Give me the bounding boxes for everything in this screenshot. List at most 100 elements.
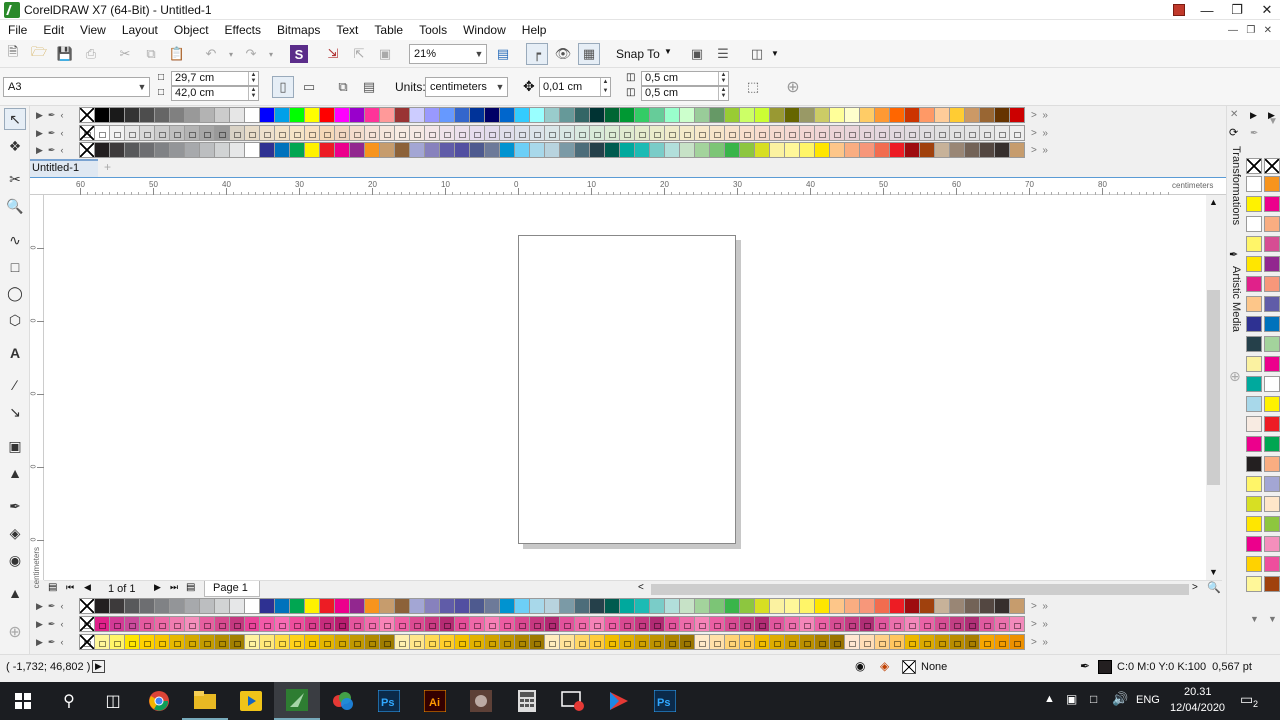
tray-app-icon[interactable]: ▣ (1066, 692, 1077, 706)
color-swatch[interactable] (739, 142, 755, 158)
color-swatch[interactable] (514, 142, 530, 158)
color-swatch[interactable] (424, 107, 440, 123)
color-swatch[interactable] (409, 616, 425, 632)
color-swatch[interactable] (1264, 396, 1280, 412)
color-swatch[interactable] (469, 598, 485, 614)
game-app-icon[interactable] (458, 682, 504, 720)
color-swatch[interactable] (724, 616, 740, 632)
color-swatch[interactable] (904, 125, 920, 141)
color-swatch[interactable] (859, 142, 875, 158)
color-swatch[interactable] (124, 107, 140, 123)
photoshop-icon[interactable]: Ps (366, 682, 412, 720)
color-swatch[interactable] (829, 634, 845, 650)
color-swatch[interactable] (724, 142, 740, 158)
color-swatch[interactable] (244, 107, 260, 123)
portrait-icon[interactable]: ▯ (272, 76, 294, 98)
color-swatch[interactable] (1264, 216, 1280, 232)
page-width-field[interactable]: 29,7 cm ▲ ▼ (171, 71, 259, 86)
corel-photo-icon[interactable] (320, 682, 366, 720)
palette-scroll-icon[interactable]: > » (1031, 601, 1048, 612)
color-swatch[interactable] (979, 598, 995, 614)
color-swatch[interactable] (739, 598, 755, 614)
palette-controls[interactable]: ▶ ✒ ‹ (0, 141, 80, 159)
no-color-swatch[interactable] (79, 598, 95, 614)
color-swatch[interactable] (949, 634, 965, 650)
color-swatch[interactable] (754, 634, 770, 650)
palette-controls[interactable]: ▶ ✒ ‹ (0, 106, 80, 124)
color-swatch[interactable] (604, 125, 620, 141)
color-swatch[interactable] (109, 634, 125, 650)
color-swatch[interactable] (604, 634, 620, 650)
color-swatch[interactable] (124, 598, 140, 614)
color-swatch[interactable] (949, 107, 965, 123)
scroll-right-icon[interactable]: > (1192, 582, 1198, 593)
horizontal-scroll-thumb[interactable] (651, 584, 1189, 595)
color-swatch[interactable] (589, 598, 605, 614)
color-swatch[interactable] (259, 107, 275, 123)
color-swatch[interactable] (319, 142, 335, 158)
paper-size-select[interactable]: A3 ▼ (3, 77, 150, 97)
color-swatch[interactable] (1264, 536, 1280, 552)
color-swatch[interactable] (934, 598, 950, 614)
minimize-button[interactable]: — (1192, 0, 1222, 20)
color-swatch[interactable] (1246, 496, 1262, 512)
color-swatch[interactable] (544, 634, 560, 650)
vertical-scrollbar[interactable]: ▲ ▼ (1206, 195, 1222, 580)
color-swatch[interactable] (664, 125, 680, 141)
color-swatch[interactable] (139, 634, 155, 650)
color-swatch[interactable] (1246, 576, 1262, 592)
zoom-tool-icon[interactable]: 🔍 (4, 195, 26, 217)
color-swatch[interactable] (139, 125, 155, 141)
color-swatch[interactable] (619, 634, 635, 650)
color-swatch[interactable] (544, 598, 560, 614)
app-launcher-icon[interactable] (1164, 0, 1194, 20)
color-swatch[interactable] (229, 107, 245, 123)
duplicate-x-stepper[interactable]: ▲ ▼ (718, 72, 728, 85)
tray-chevron-up-icon[interactable]: ▲ (1044, 693, 1055, 705)
restore-button[interactable]: ❐ (1222, 0, 1252, 20)
color-swatch[interactable] (949, 142, 965, 158)
color-swatch[interactable] (814, 598, 830, 614)
color-swatch[interactable] (574, 142, 590, 158)
color-swatch[interactable] (1009, 142, 1025, 158)
color-swatch[interactable] (619, 107, 635, 123)
color-swatch[interactable] (529, 125, 545, 141)
palette-controls[interactable]: ▶ ✒ ‹ (0, 597, 80, 615)
color-swatch[interactable] (244, 142, 260, 158)
color-swatch[interactable] (499, 616, 515, 632)
zoom-navigator-icon[interactable]: 🔍 (1207, 581, 1221, 594)
color-swatch[interactable] (1264, 236, 1280, 252)
color-swatch[interactable] (364, 107, 380, 123)
color-swatch[interactable] (574, 634, 590, 650)
color-swatch[interactable] (844, 598, 860, 614)
color-swatch[interactable] (889, 616, 905, 632)
color-swatch[interactable] (469, 616, 485, 632)
color-swatch[interactable] (469, 125, 485, 141)
color-swatch[interactable] (649, 107, 665, 123)
no-color-swatch[interactable] (79, 125, 95, 141)
color-swatch[interactable] (994, 107, 1010, 123)
color-swatch[interactable] (769, 142, 785, 158)
color-swatch[interactable] (874, 107, 890, 123)
color-swatch[interactable] (649, 142, 665, 158)
color-swatch[interactable] (844, 142, 860, 158)
color-swatch[interactable] (874, 598, 890, 614)
color-swatch[interactable] (1264, 316, 1280, 332)
color-swatch[interactable] (799, 616, 815, 632)
color-swatch[interactable] (934, 616, 950, 632)
color-swatch[interactable] (1009, 634, 1025, 650)
color-swatch[interactable] (154, 142, 170, 158)
rectangle-tool-icon[interactable]: □ (4, 256, 26, 278)
save-icon[interactable]: 💾 (54, 43, 76, 65)
color-swatch[interactable] (1246, 256, 1262, 272)
undo-dropdown-icon[interactable]: ▾ (220, 43, 242, 65)
color-swatch[interactable] (814, 107, 830, 123)
color-swatch[interactable] (304, 142, 320, 158)
coreldraw-taskbar-icon[interactable] (274, 682, 320, 720)
color-swatch[interactable] (379, 125, 395, 141)
treat-as-filled-icon[interactable]: ⬚ (742, 76, 764, 98)
color-swatch[interactable] (529, 616, 545, 632)
color-swatch[interactable] (574, 107, 590, 123)
color-swatch[interactable] (424, 634, 440, 650)
color-swatch[interactable] (904, 107, 920, 123)
